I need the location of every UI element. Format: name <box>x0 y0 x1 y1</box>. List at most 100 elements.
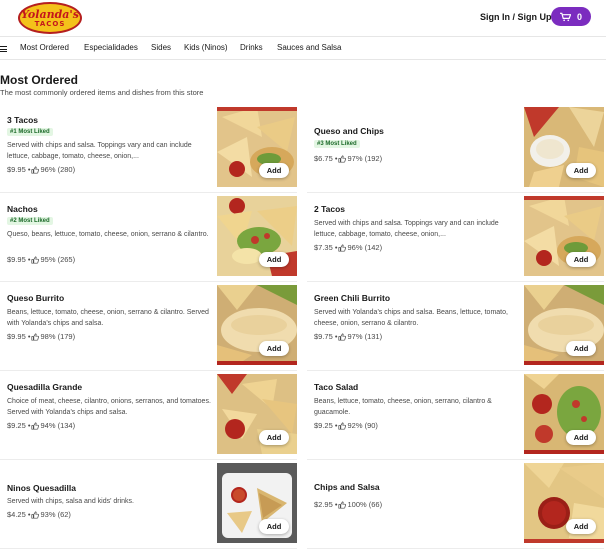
item-name: 2 Tacos <box>314 204 346 214</box>
card-divider <box>307 548 604 549</box>
thumbs-up-icon <box>31 255 40 264</box>
menu-item-card[interactable]: Queso and Chips #3 Most Liked $6.75 • 97… <box>307 107 604 193</box>
thumbs-up-icon <box>338 421 347 430</box>
card-divider <box>0 370 297 371</box>
nav-item-sauces[interactable]: Sauces and Salsa <box>277 43 342 52</box>
card-divider <box>0 281 297 282</box>
nav-item-sides[interactable]: Sides <box>151 43 171 52</box>
item-name: Queso Burrito <box>7 293 65 303</box>
menu-item-card[interactable]: Quesadilla Grande Choice of meat, cheese… <box>0 374 297 460</box>
add-button[interactable]: Add <box>259 430 289 445</box>
add-button[interactable]: Add <box>566 163 596 178</box>
item-price-rating: $9.95 • 95% (265) <box>7 255 75 264</box>
thumbs-up-icon <box>338 154 347 163</box>
item-rating: 98% (179) <box>40 332 76 341</box>
item-description: Served with chips, salsa and kids' drink… <box>7 498 135 505</box>
add-button[interactable]: Add <box>566 252 596 267</box>
card-divider <box>307 281 604 282</box>
item-price: $9.95 • <box>7 332 31 341</box>
menu-item-card[interactable]: Queso Burrito Beans, lettuce, tomato, ch… <box>0 285 297 371</box>
thumbs-up-icon <box>338 332 347 341</box>
menu-item-card[interactable]: Ninos Quesadilla Served with chips, sals… <box>0 463 297 549</box>
item-price-rating: $4.25 • 93% (62) <box>7 510 71 519</box>
item-name: Quesadilla Grande <box>7 382 83 392</box>
menu-item-card[interactable]: 3 Tacos #1 Most Liked Served with chips … <box>0 107 297 193</box>
add-button[interactable]: Add <box>566 341 596 356</box>
nav-item-kids[interactable]: Kids (Ninos) <box>184 43 228 52</box>
menu-item-card[interactable]: Green Chili Burrito Served with Yolanda'… <box>307 285 604 371</box>
item-price: $2.95 • <box>314 500 338 509</box>
item-rating: 97% (192) <box>347 154 383 163</box>
item-price: $9.25 • <box>314 421 338 430</box>
card-divider <box>307 370 604 371</box>
menu-item-card[interactable]: Chips and Salsa $2.95 • 100% (66) Add <box>307 463 604 549</box>
item-description: Beans, lettuce, tomato, cheese, onion, s… <box>7 309 209 327</box>
item-description: Queso, beans, lettuce, tomato, cheese, o… <box>7 231 209 238</box>
item-rating: 100% (66) <box>347 500 383 509</box>
logo-text: Yolanda's <box>21 7 79 21</box>
item-description: Beans, lettuce, tomato, cheese, onion, s… <box>314 398 492 416</box>
category-nav: Most Ordered Especialidades Sides Kids (… <box>0 37 606 59</box>
item-rating: 93% (62) <box>40 510 71 519</box>
nav-item-drinks[interactable]: Drinks <box>240 43 263 52</box>
menu-item-card[interactable]: 2 Tacos Served with chips and salsa. Top… <box>307 196 604 282</box>
item-name: 3 Tacos <box>7 115 39 125</box>
item-rating: 95% (265) <box>40 255 76 264</box>
card-divider <box>307 459 604 460</box>
item-price-rating: $9.95 • 98% (179) <box>7 332 75 341</box>
most-liked-badge: #2 Most Liked <box>7 217 53 225</box>
most-liked-badge: #3 Most Liked <box>314 140 360 148</box>
nav-item-especialidades[interactable]: Especialidades <box>84 43 138 52</box>
thumbs-up-icon <box>31 165 40 174</box>
item-description: Served with chips and salsa. Toppings va… <box>314 220 499 238</box>
nav-item-most-ordered[interactable]: Most Ordered <box>20 43 69 52</box>
item-description: Served with Yolanda's chips and salsa. B… <box>314 309 508 327</box>
menu-icon[interactable] <box>0 46 7 52</box>
item-price-rating: $9.25 • 92% (90) <box>314 421 378 430</box>
cart-icon <box>560 12 571 21</box>
item-price: $9.95 • <box>7 255 31 264</box>
add-button[interactable]: Add <box>566 430 596 445</box>
section-title: Most Ordered <box>0 73 79 87</box>
item-price: $4.25 • <box>7 510 31 519</box>
item-description: Served with chips and salsa. Toppings va… <box>7 142 192 160</box>
store-logo[interactable]: Yolanda's TACOS <box>18 2 82 34</box>
thumbs-up-icon <box>31 332 40 341</box>
card-divider <box>0 459 297 460</box>
card-divider <box>0 548 297 549</box>
add-button[interactable]: Add <box>259 519 289 534</box>
add-button[interactable]: Add <box>259 163 289 178</box>
thumbs-up-icon <box>338 243 347 252</box>
item-rating: 96% (280) <box>40 165 76 174</box>
card-divider <box>0 192 297 193</box>
item-rating: 94% (134) <box>40 421 76 430</box>
item-rating: 96% (142) <box>347 243 383 252</box>
add-button[interactable]: Add <box>259 252 289 267</box>
item-rating: 92% (90) <box>347 421 378 430</box>
menu-item-card[interactable]: Nachos #2 Most Liked Queso, beans, lettu… <box>0 196 297 282</box>
item-price: $9.75 • <box>314 332 338 341</box>
item-price-rating: $9.95 • 96% (280) <box>7 165 75 174</box>
header: Yolanda's TACOS Sign In / Sign Up 0 <box>0 0 606 36</box>
item-price-rating: $9.75 • 97% (131) <box>314 332 382 341</box>
cart-count: 0 <box>576 11 582 22</box>
card-divider <box>307 192 604 193</box>
cart-button[interactable]: 0 <box>551 7 591 26</box>
item-rating: 97% (131) <box>347 332 383 341</box>
menu-item-card[interactable]: Taco Salad Beans, lettuce, tomato, chees… <box>307 374 604 460</box>
item-description: Choice of meat, cheese, cilantro, onions… <box>7 398 211 416</box>
item-price-rating: $7.35 • 96% (142) <box>314 243 382 252</box>
nav-divider <box>0 59 606 60</box>
thumbs-up-icon <box>31 510 40 519</box>
add-button[interactable]: Add <box>259 341 289 356</box>
sign-in-link[interactable]: Sign In / Sign Up <box>480 12 552 22</box>
logo-subtext: TACOS <box>34 19 66 28</box>
add-button[interactable]: Add <box>566 519 596 534</box>
most-liked-badge: #1 Most Liked <box>7 128 53 136</box>
section-subtitle: The most commonly ordered items and dish… <box>0 88 204 97</box>
item-name: Queso and Chips <box>314 126 384 136</box>
item-price-rating: $6.75 • 97% (192) <box>314 154 382 163</box>
item-price: $7.35 • <box>314 243 338 252</box>
item-name: Chips and Salsa <box>314 482 380 492</box>
item-name: Nachos <box>7 204 38 214</box>
